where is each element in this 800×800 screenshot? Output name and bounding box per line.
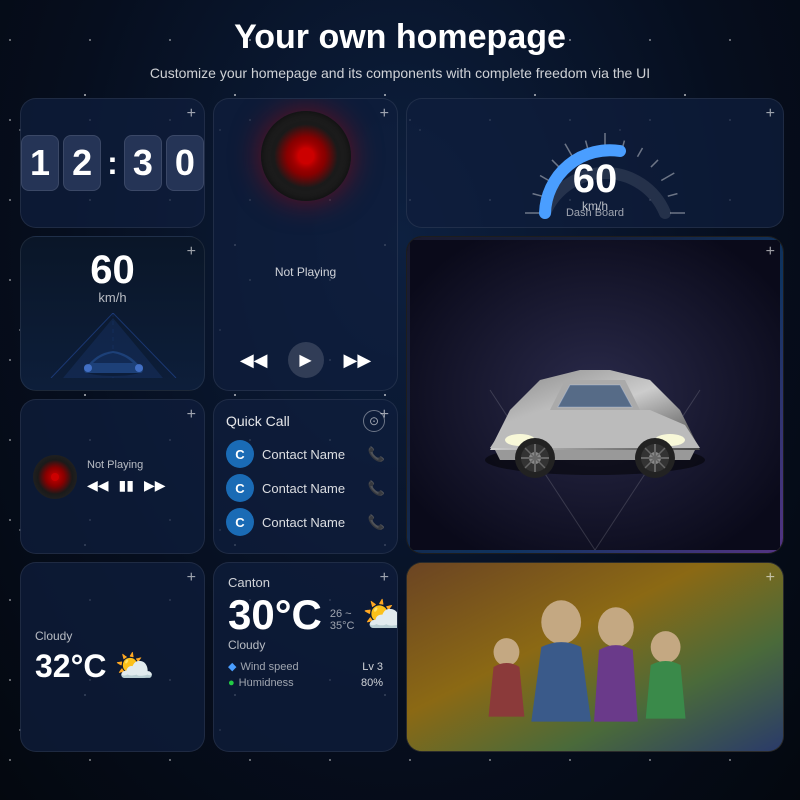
weather-big-range: 26 ~ 35°C <box>330 608 355 632</box>
weather-big-condition: Cloudy <box>228 638 383 652</box>
music-mini-widget: + Not Playing ◀◀ ▮▮ ▶▶ <box>20 399 205 554</box>
quick-call-add-button[interactable]: + <box>380 406 389 424</box>
car-photo-inner <box>407 237 783 553</box>
contact-row-1: C Contact Name 📞 <box>226 440 385 468</box>
call-icon-1[interactable]: 📞 <box>368 446 385 463</box>
weather-big-widget: + Canton 30°C 26 ~ 35°C ⛅ Cloudy ◆ Wind … <box>213 562 398 752</box>
mini-pause-button[interactable]: ▮▮ <box>119 477 134 494</box>
contact-name-1: Contact Name <box>262 447 360 462</box>
car-road <box>21 313 204 378</box>
clock-widget: + 1 2 : 3 0 <box>20 98 205 228</box>
humid-dot-icon: ● <box>228 677 235 689</box>
gauge-add-button[interactable]: + <box>766 105 775 123</box>
weather-big-icon: ⛅ <box>362 594 398 636</box>
weather-humidity-value: 80% <box>361 677 383 689</box>
car-photo-widget: + <box>406 236 784 554</box>
clock-hour-ones: 2 <box>63 135 101 191</box>
weather-big-temp-row: 30°C 26 ~ 35°C ⛅ <box>228 594 383 636</box>
vinyl-record-big <box>261 111 351 201</box>
call-icon-3[interactable]: 📞 <box>368 514 385 531</box>
music-big-add-button[interactable]: + <box>380 105 389 123</box>
weather-wind-label: ◆ Wind speed <box>228 660 299 673</box>
contact-avatar-3: C <box>226 508 254 536</box>
page-subtitle: Customize your homepage and its componen… <box>150 63 650 84</box>
clock-colon: : <box>107 145 118 182</box>
family-photo-svg <box>407 562 783 752</box>
vinyl-record-mini <box>33 455 77 499</box>
weather-small-add-button[interactable]: + <box>187 569 196 587</box>
car-photo-add-button[interactable]: + <box>766 243 775 261</box>
contact-name-3: Contact Name <box>262 515 360 530</box>
play-button[interactable]: ▶ <box>288 342 324 378</box>
page-title: Your own homepage <box>234 18 566 57</box>
gauge-unit: km/h <box>582 199 608 213</box>
music-mini-add-button[interactable]: + <box>187 406 196 424</box>
prev-button[interactable]: ◀◀ <box>240 350 268 371</box>
car-photo-svg <box>410 240 780 550</box>
mini-prev-button[interactable]: ◀◀ <box>87 477 109 494</box>
family-photo-widget: + <box>406 562 784 752</box>
contact-row-2: C Contact Name 📞 <box>226 474 385 502</box>
call-icon-2[interactable]: 📞 <box>368 480 385 497</box>
weather-wind-value: Lv 3 <box>362 661 383 673</box>
road-svg <box>21 313 204 378</box>
quick-call-header: Quick Call ⊙ <box>226 410 385 432</box>
widget-grid: + 1 2 : 3 0 + Not Playing ◀◀ ▶ ▶▶ + <box>20 98 780 752</box>
gauge-speed: 60 <box>573 159 618 199</box>
weather-small-temp: 32°C <box>35 648 107 685</box>
gauge-container: 60 km/h <box>525 113 665 213</box>
weather-small-condition: Cloudy <box>35 629 190 643</box>
weather-big-add-button[interactable]: + <box>380 569 389 587</box>
speed-car-add-button[interactable]: + <box>187 243 196 261</box>
quick-call-widget: + Quick Call ⊙ C Contact Name 📞 C Contac… <box>213 399 398 554</box>
quick-call-title: Quick Call <box>226 413 290 429</box>
weather-big-temp: 30°C <box>228 594 322 636</box>
music-big-status: Not Playing <box>275 265 336 279</box>
speed-car-widget: + 60 km/h <box>20 236 205 391</box>
clock-min-tens: 3 <box>124 135 162 191</box>
weather-small-icon: ⛅ <box>115 647 155 685</box>
music-mini-controls: ◀◀ ▮▮ ▶▶ <box>87 477 192 494</box>
clock-add-button[interactable]: + <box>187 105 196 123</box>
mini-next-button[interactable]: ▶▶ <box>144 477 166 494</box>
weather-humidity-label: ● Humidness <box>228 677 294 689</box>
family-photo-inner <box>407 563 783 751</box>
clock-hour-tens: 1 <box>21 135 59 191</box>
gauge-widget: + <box>406 98 784 228</box>
contact-row-3: C Contact Name 📞 <box>226 508 385 536</box>
speed-car-value: 60 <box>90 250 135 290</box>
weather-wind-row: ◆ Wind speed Lv 3 <box>228 660 383 673</box>
next-button[interactable]: ▶▶ <box>344 350 372 371</box>
speed-car-unit: km/h <box>98 290 126 305</box>
music-mini-info: Not Playing ◀◀ ▮▮ ▶▶ <box>87 459 192 494</box>
music-mini-status: Not Playing <box>87 459 192 471</box>
music-big-widget: + Not Playing ◀◀ ▶ ▶▶ <box>213 98 398 391</box>
weather-city: Canton <box>228 575 383 590</box>
wind-dot-icon: ◆ <box>228 660 236 673</box>
page-wrapper: Your own homepage Customize your homepag… <box>0 0 800 762</box>
family-photo-add-button[interactable]: + <box>766 569 775 587</box>
weather-humidity-row: ● Humidness 80% <box>228 677 383 689</box>
weather-small-temp-row: 32°C ⛅ <box>35 647 190 685</box>
weather-small-widget: + Cloudy 32°C ⛅ <box>20 562 205 752</box>
clock-min-ones: 0 <box>166 135 204 191</box>
contact-avatar-1: C <box>226 440 254 468</box>
contact-name-2: Contact Name <box>262 481 360 496</box>
music-big-controls: ◀◀ ▶ ▶▶ <box>240 342 371 378</box>
contact-avatar-2: C <box>226 474 254 502</box>
